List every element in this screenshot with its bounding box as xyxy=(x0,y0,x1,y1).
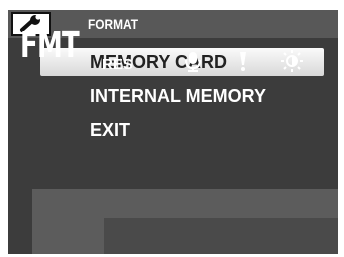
tab-res[interactable]: RES xyxy=(102,56,133,73)
camera-menu-screen: MEMORY CARD INTERNAL MEMORY EXIT FMT FOR… xyxy=(8,10,338,254)
function-bar xyxy=(32,189,338,254)
menu-item-exit[interactable]: EXIT xyxy=(40,116,324,144)
function-description: FORMAT xyxy=(88,16,139,32)
menu-item-internal-memory[interactable]: INTERNAL MEMORY xyxy=(40,82,324,110)
exclamation-icon[interactable] xyxy=(231,49,255,73)
microphone-icon[interactable] xyxy=(181,49,205,73)
mode-label: FMT xyxy=(20,25,80,66)
function-tabs xyxy=(104,218,338,254)
brightness-icon[interactable] xyxy=(280,49,304,73)
